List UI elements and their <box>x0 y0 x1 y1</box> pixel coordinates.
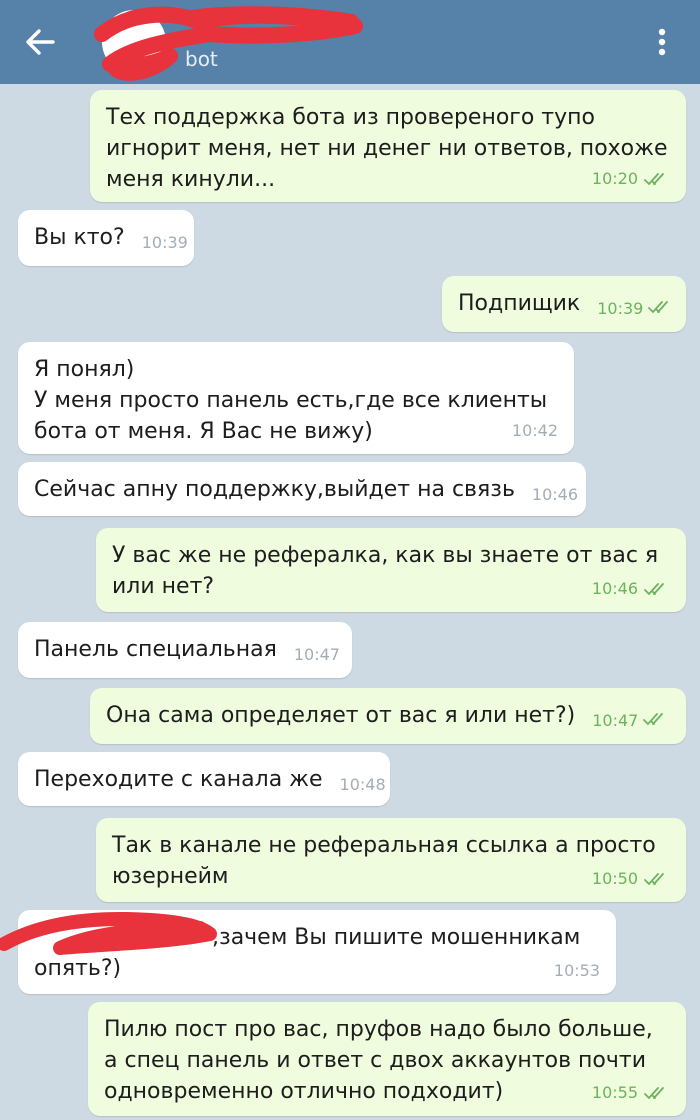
message-incoming[interactable]: Панель специальная 10:47 <box>18 622 352 678</box>
message-incoming[interactable]: Я понял) У меня просто панель есть,где в… <box>18 342 574 454</box>
double-check-icon <box>643 713 664 726</box>
double-check-icon <box>644 582 664 595</box>
chat-header: bot <box>0 0 700 84</box>
message-meta: 10:55 <box>592 1077 670 1108</box>
message-line: Она сама определяет от вас я или нет?) <box>106 703 576 728</box>
message-line: игнорит меня, нет ни денег ни ответов, п… <box>106 136 668 161</box>
message-line: Вы кто? <box>34 225 125 250</box>
message-meta: 10:20 <box>592 163 670 194</box>
message-meta: 10:42 <box>512 415 558 446</box>
message-outgoing[interactable]: Так в канале не реферальная ссылка а про… <box>96 818 686 902</box>
message-outgoing[interactable]: Подпищик 10:39 <box>442 276 686 332</box>
message-list[interactable]: Тех поддержка бота из провереного тупо и… <box>0 84 700 1120</box>
message-line: Пилю пост про вас, пруфов надо было боль… <box>104 1017 653 1042</box>
message-meta: 10:46 <box>532 479 578 510</box>
message-time: 10:39 <box>597 299 644 318</box>
message-time: 10:50 <box>591 869 638 888</box>
message-time: 10:20 <box>591 169 638 188</box>
redaction-scribble-icon <box>94 6 363 81</box>
message-meta: 10:46 <box>592 573 670 604</box>
message-line: бота от меня. Я Вас не вижу) <box>34 419 373 444</box>
message-incoming[interactable]: Переходите с канала же 10:48 <box>18 752 390 806</box>
double-check-icon <box>644 872 664 885</box>
message-time: 10:47 <box>592 711 639 730</box>
message-line: меня кинули... <box>106 167 276 192</box>
message-line: Сейчас апну поддержку,выйдет на связь <box>34 477 515 502</box>
more-vertical-icon[interactable] <box>648 24 676 60</box>
message-outgoing[interactable]: У вас же не рефералка, как вы знаете от … <box>96 528 686 612</box>
redaction-scribble-icon <box>0 912 217 955</box>
message-incoming[interactable]: Сейчас апну поддержку,выйдет на связь 10… <box>18 462 586 516</box>
message-time: 10:47 <box>293 645 340 664</box>
message-time: 10:48 <box>339 775 386 794</box>
message-line: Подпищик <box>458 291 581 316</box>
message-line: У меня просто панель есть,где все клиент… <box>34 388 548 413</box>
message-outgoing[interactable]: Пилю пост про вас, пруфов надо было боль… <box>88 1002 686 1116</box>
message-meta: 10:53 <box>554 955 600 986</box>
message-meta: 10:50 <box>592 863 670 894</box>
message-time: 10:39 <box>141 233 188 252</box>
message-line: или нет? <box>112 574 215 599</box>
message-outgoing[interactable]: Тех поддержка бота из провереного тупо и… <box>90 90 686 202</box>
message-meta: 10:39 <box>142 227 188 258</box>
message-line: Переходите с канала же <box>34 767 323 792</box>
double-check-icon <box>644 172 664 185</box>
message-line: У вас же не рефералка, как вы знаете от … <box>112 543 659 568</box>
message-line: Так в канале не реферальная ссылка а про… <box>112 833 656 858</box>
message-time: 10:53 <box>553 961 600 980</box>
message-meta: 10:48 <box>340 769 386 800</box>
message-outgoing[interactable]: Она сама определяет от вас я или нет?) 1… <box>90 688 686 744</box>
message-meta: 10:47 <box>294 639 340 670</box>
message-meta: 10:39 <box>597 293 674 324</box>
message-meta: 10:47 <box>592 705 669 736</box>
message-line: Я понял) <box>34 357 135 382</box>
message-line: Тех поддержка бота из провереного тупо <box>106 105 595 130</box>
message-time: 10:42 <box>511 421 558 440</box>
chat-subtitle: bot <box>185 47 218 71</box>
message-line: Панель специальная <box>34 637 277 662</box>
double-check-icon <box>648 301 669 314</box>
double-check-icon <box>644 1086 664 1099</box>
message-incoming[interactable]: Вы кто? 10:39 <box>18 210 194 266</box>
message-line: а спец панель и ответ с двох аккаунтов п… <box>104 1048 647 1073</box>
back-arrow-icon[interactable] <box>20 22 60 62</box>
message-time: 10:46 <box>531 485 579 504</box>
message-line: юзернейм <box>112 864 229 889</box>
message-line: одновременно отлично подходит) <box>104 1079 504 1104</box>
message-time: 10:55 <box>591 1083 638 1102</box>
message-time: 10:46 <box>591 579 638 598</box>
